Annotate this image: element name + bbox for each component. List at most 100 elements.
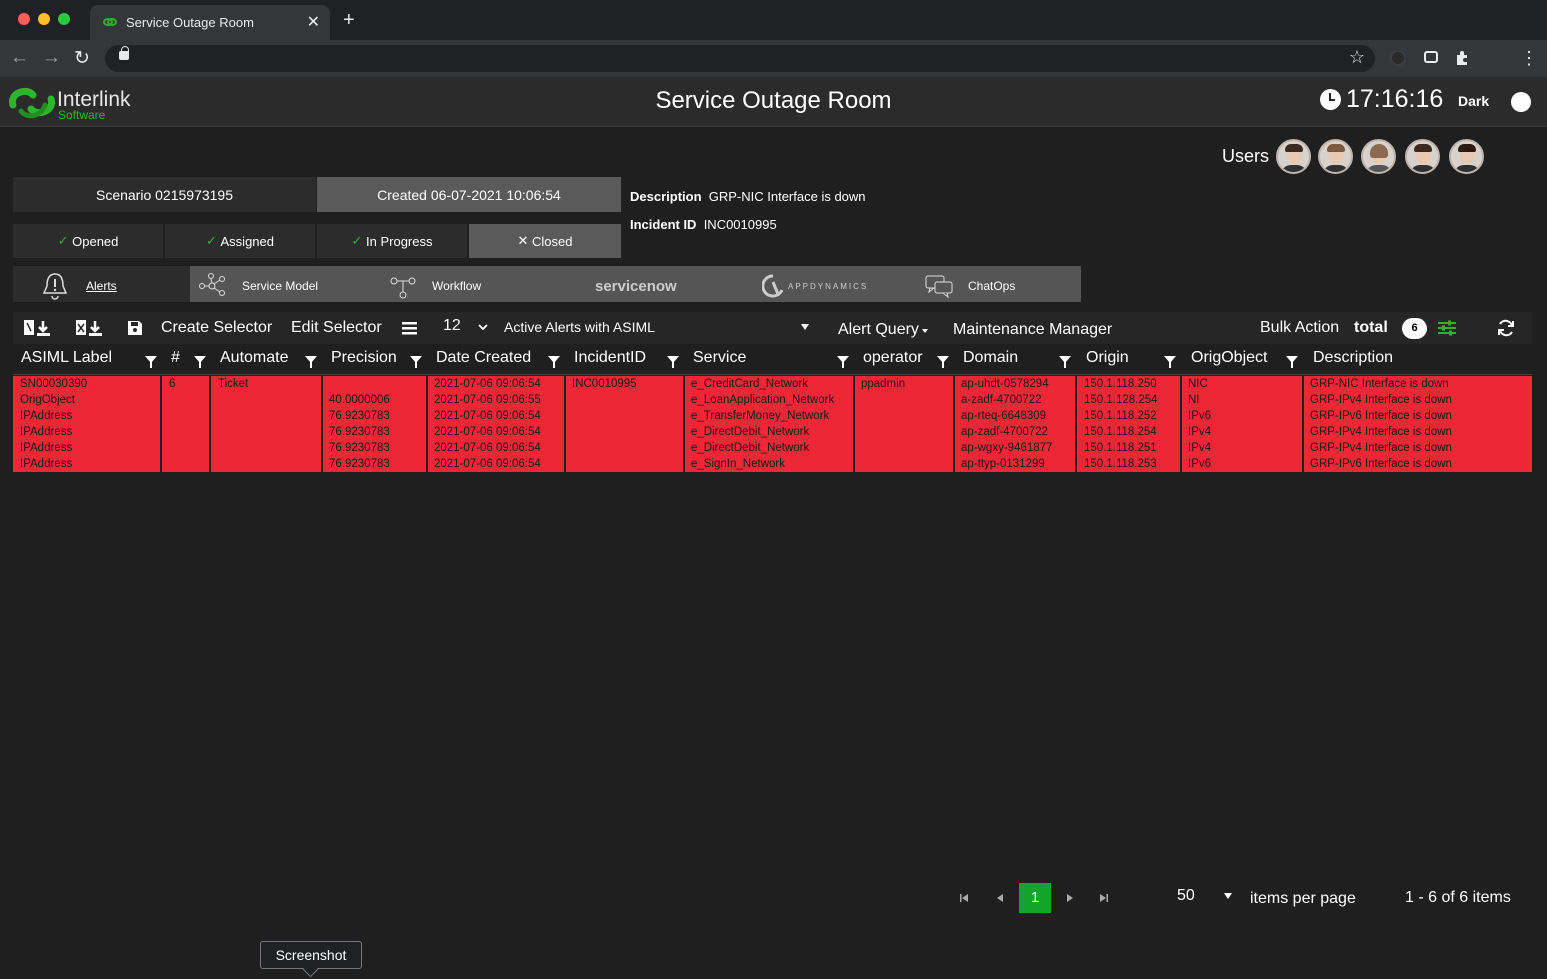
export-pdf-icon[interactable] [23,319,51,337]
avatar[interactable] [1405,139,1440,174]
column-header-origin[interactable]: Origin [1086,349,1129,367]
browser-menu-icon[interactable]: ⋮ [1520,48,1538,69]
bulk-action-button[interactable]: Bulk Action [1260,319,1339,337]
table-cell-operator: ppadmin [855,376,955,472]
appdynamics-logo-text: APPDYNAMICS [788,281,869,291]
state-opened[interactable]: ✓ Opened [13,224,163,258]
filter-icon[interactable] [1059,356,1071,368]
column-settings-sliders-icon[interactable] [1438,320,1456,336]
extension-icon[interactable] [1390,50,1406,66]
bookmark-star-icon[interactable]: ☆ [1349,47,1365,68]
workflow-icon [390,277,416,299]
save-icon[interactable] [127,320,143,336]
grid-toolbar: Create Selector Edit Selector 12 Active … [13,312,1532,344]
tab-service-model[interactable]: Service Model [197,268,318,304]
column-header-automate[interactable]: Automate [220,349,288,367]
extension-screenshot-icon[interactable] [1424,51,1438,63]
avatar[interactable] [1449,139,1484,174]
address-bar[interactable]: ☆ [105,45,1375,72]
window-maximize-button[interactable] [58,13,70,25]
table-cell-domain: ap-uhdt-0578294 a-zadf-4700722 ap-rteq-6… [955,376,1077,472]
column-header-date-created[interactable]: Date Created [436,349,531,367]
next-page-icon[interactable] [1065,893,1075,903]
column-header-service[interactable]: Service [693,349,746,367]
cell-line: GRP-IPv4 Interface is down [1310,426,1452,438]
state-closed[interactable]: ✕ Closed [469,224,621,258]
table-cell-automate: Ticket [211,376,323,472]
column-header-precision[interactable]: Precision [331,349,397,367]
filter-icon[interactable] [145,356,157,368]
cell-line: 150.1.118.253 [1084,458,1157,470]
column-header-count[interactable]: # [171,349,180,367]
tab-close-icon[interactable]: ✕ [307,12,320,32]
column-header-description[interactable]: Description [1313,349,1393,367]
scenario-box: Scenario 0215973195 [13,177,316,212]
alert-query-button[interactable]: Alert Query [838,321,919,339]
state-assigned[interactable]: ✓ Assigned [165,224,315,258]
tab-alerts[interactable]: Alerts [40,268,117,304]
cell-line: OrigObject [20,394,75,406]
chevron-down-icon[interactable] [478,323,488,331]
filter-icon[interactable] [937,356,949,368]
first-page-icon[interactable] [959,893,969,903]
filter-icon[interactable] [548,356,560,368]
dropdown-caret-icon[interactable] [801,324,809,330]
cell-line: 2021-07-06 09:06:54 [434,410,541,422]
page-button-current[interactable]: 1 [1019,883,1051,913]
new-tab-icon[interactable]: + [343,9,355,32]
per-page-select[interactable]: 50 [1177,887,1195,905]
network-nodes-icon [199,273,225,296]
filter-icon[interactable] [1286,356,1298,368]
column-header-incident-id[interactable]: IncidentID [574,349,646,367]
tab-chatops[interactable]: ChatOps [924,268,1015,304]
cell-line: e_DirectDebit_Network [691,426,810,438]
window-minimize-button[interactable] [38,13,50,25]
filter-icon[interactable] [194,356,206,368]
tab-workflow[interactable]: Workflow [388,268,481,304]
list-menu-icon[interactable] [402,322,417,335]
table-row[interactable]: SN00030390 OrigObject IPAddress IPAddres… [13,376,1532,472]
tab-servicenow[interactable]: servicenow [595,268,677,304]
selector-dropdown[interactable]: Active Alerts with ASIML [504,319,655,335]
avatar[interactable] [1318,139,1353,174]
back-arrow-icon[interactable]: ← [10,47,29,69]
reload-icon[interactable]: ↻ [74,47,90,70]
filter-icon[interactable] [305,356,317,368]
filter-icon[interactable] [1164,356,1176,368]
cell-line: NI [1188,394,1200,406]
state-label: In Progress [366,233,433,249]
browser-tab[interactable]: Service Outage Room ✕ [90,5,330,40]
refresh-icon[interactable] [1497,319,1515,337]
previous-page-icon[interactable] [995,893,1005,903]
puzzle-extension-icon[interactable] [1454,50,1470,66]
column-header-asiml-label[interactable]: ASIML Label [21,349,112,367]
cell-line: a-zadf-4700722 [961,394,1042,406]
filter-icon[interactable] [667,356,679,368]
column-header-orig-object[interactable]: OrigObject [1191,349,1267,367]
avatar[interactable] [1361,139,1396,174]
forward-arrow-icon[interactable]: → [42,47,61,69]
state-in-progress[interactable]: ✓ In Progress [317,224,467,258]
last-page-icon[interactable] [1099,893,1109,903]
per-page-caret-icon[interactable] [1224,893,1232,899]
edit-selector-button[interactable]: Edit Selector [291,319,382,337]
tab-appdynamics[interactable]: APPDYNAMICS [762,268,868,304]
filter-icon[interactable] [837,356,849,368]
close-icon: ✕ [517,233,529,248]
column-header-domain[interactable]: Domain [963,349,1018,367]
grid-header: ASIML Label # Automate Precision Date Cr… [13,346,1532,375]
window-close-button[interactable] [18,13,30,25]
theme-toggle[interactable] [1511,92,1531,112]
tab-chatops-label: ChatOps [968,279,1016,293]
clock-time: 17:16:16 [1346,85,1444,113]
create-selector-button[interactable]: Create Selector [161,319,272,337]
column-header-operator[interactable]: operator [863,349,923,367]
created-label: Created [377,186,427,203]
cell-line: e_DirectDebit_Network [691,442,810,454]
scenario-label: Scenario [95,186,152,203]
maintenance-manager-button[interactable]: Maintenance Manager [953,321,1112,339]
filter-icon[interactable] [410,356,422,368]
chat-bubbles-icon [925,275,953,299]
avatar[interactable] [1276,139,1311,174]
export-excel-icon[interactable] [75,319,103,337]
